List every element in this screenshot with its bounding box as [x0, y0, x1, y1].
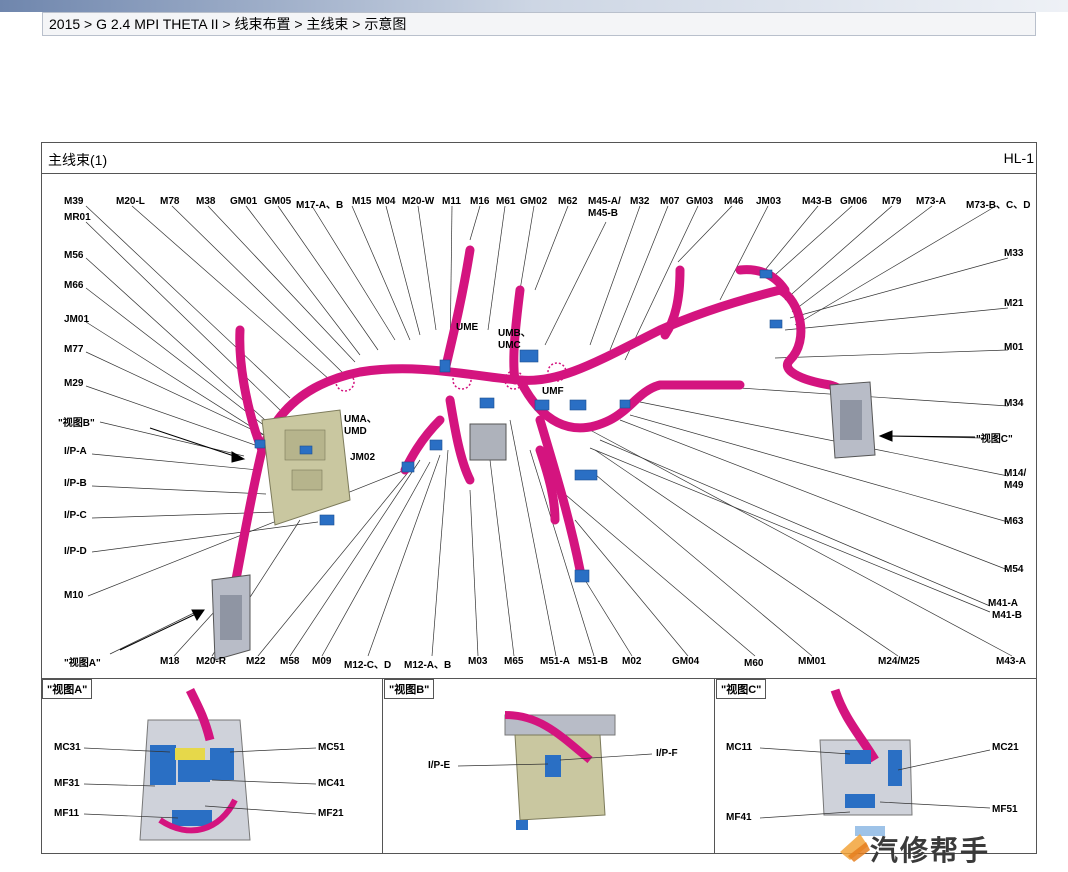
- label-m24-m25: M24/M25: [878, 656, 920, 667]
- label-umf: UMF: [542, 386, 564, 397]
- label-m63: M63: [1004, 516, 1024, 527]
- view-b-title: "视图B": [384, 679, 435, 699]
- label-m41-b: M41-B: [992, 610, 1023, 621]
- label-m41-a: M41-A: [988, 598, 1019, 609]
- center-module: [469, 423, 507, 461]
- label-gm03: GM03: [686, 196, 714, 207]
- label-m09: M09: [312, 656, 332, 667]
- label-gm04: GM04: [672, 656, 700, 667]
- label-m21: M21: [1004, 298, 1024, 309]
- junction-box: [261, 409, 351, 526]
- label-jm02: JM02: [350, 452, 376, 463]
- label-m66: M66: [64, 280, 84, 291]
- label-m03: M03: [468, 656, 488, 667]
- label-mc21: MC21: [992, 742, 1019, 753]
- label-m33: M33: [1004, 248, 1024, 259]
- watermark-text: 汽修帮手: [870, 834, 991, 867]
- label-m20-l: M20-L: [116, 196, 145, 207]
- label-m61: M61: [496, 196, 516, 207]
- label-m32: M32: [630, 196, 650, 207]
- label-gm01: GM01: [230, 196, 258, 207]
- label-m56: M56: [64, 250, 84, 261]
- label-m20-w: M20-W: [402, 196, 435, 207]
- label-m73-bcd: M73-B、C、D: [966, 200, 1031, 211]
- label-ume: UME: [456, 322, 479, 333]
- label-m65: M65: [504, 656, 524, 667]
- label-m54: M54: [1004, 564, 1024, 575]
- label-m14-m49: M14/ M49: [1004, 468, 1027, 491]
- label-m60: M60: [744, 658, 764, 669]
- label-m58: M58: [280, 656, 300, 667]
- label-m39: M39: [64, 196, 84, 207]
- label-m51-a: M51-A: [540, 656, 571, 667]
- label-m62: M62: [558, 196, 578, 207]
- harness-drawing: [83, 205, 1013, 841]
- label-m01: M01: [1004, 342, 1024, 353]
- view-a-sketch: [139, 687, 251, 841]
- label-mf11: MF11: [54, 808, 80, 819]
- label-view-b-ref: "视图B": [58, 418, 95, 429]
- label-m43-a: M43-A: [996, 656, 1027, 667]
- label-mc41: MC41: [318, 778, 345, 789]
- label-m16: M16: [470, 196, 490, 207]
- right-bracket: [829, 381, 876, 459]
- label-m20-r: M20-R: [196, 656, 227, 667]
- label-m73-a: M73-A: [916, 196, 947, 207]
- label-m04: M04: [376, 196, 396, 207]
- label-mr01: MR01: [64, 212, 91, 223]
- label-m34: M34: [1004, 398, 1024, 409]
- label-mc11: MC11: [726, 742, 753, 753]
- label-m51-b: M51-B: [578, 656, 609, 667]
- label-mf31: MF31: [54, 778, 80, 789]
- label-mm01: MM01: [798, 656, 826, 667]
- label-m43-b: M43-B: [802, 196, 833, 207]
- label-ip-f: I/P-F: [656, 748, 678, 759]
- label-m22: M22: [246, 656, 266, 667]
- label-jm01: JM01: [64, 314, 90, 325]
- label-mc31: MC31: [54, 742, 81, 753]
- view-a-title: "视图A": [42, 679, 93, 699]
- label-ip-b: I/P-B: [64, 478, 87, 489]
- label-mf41: MF41: [726, 812, 752, 823]
- label-m46: M46: [724, 196, 744, 207]
- label-m18: M18: [160, 656, 180, 667]
- label-ip-a: I/P-A: [64, 446, 87, 457]
- label-m12-ab: M12-A、B: [404, 660, 452, 671]
- label-mf21: MF21: [318, 808, 344, 819]
- label-m38: M38: [196, 196, 216, 207]
- label-m77: M77: [64, 344, 84, 355]
- label-m29: M29: [64, 378, 84, 389]
- label-m07: M07: [660, 196, 680, 207]
- label-mf51: MF51: [992, 804, 1018, 815]
- label-m79: M79: [882, 196, 902, 207]
- label-ip-c: I/P-C: [64, 510, 87, 521]
- label-view-a-ref: "视图A": [64, 658, 101, 669]
- label-ip-e: I/P-E: [428, 760, 451, 771]
- label-m78: M78: [160, 196, 180, 207]
- view-b-sketch: [504, 711, 616, 830]
- label-m17: M17-A、B: [296, 200, 344, 211]
- label-uma-umd: UMA、 UMD: [344, 414, 377, 437]
- label-gm02: GM02: [520, 196, 548, 207]
- label-m12-cd: M12-C、D: [344, 660, 392, 671]
- label-m02: M02: [622, 656, 642, 667]
- label-gm05: GM05: [264, 196, 292, 207]
- view-c-title: "视图C": [716, 679, 767, 699]
- label-m15: M15: [352, 196, 372, 207]
- label-ip-d: I/P-D: [64, 546, 87, 557]
- label-mc51: MC51: [318, 742, 345, 753]
- left-bracket: [211, 574, 251, 661]
- label-gm06: GM06: [840, 196, 868, 207]
- label-m45: M45-A/ M45-B: [588, 196, 621, 219]
- view-c-sketch: [819, 688, 913, 836]
- label-m10: M10: [64, 590, 84, 601]
- label-m11: M11: [442, 196, 461, 207]
- label-jm03: JM03: [756, 196, 782, 207]
- label-umb-umc: UMB、 UMC: [498, 328, 531, 351]
- label-view-c-ref: "视图C": [976, 434, 1013, 445]
